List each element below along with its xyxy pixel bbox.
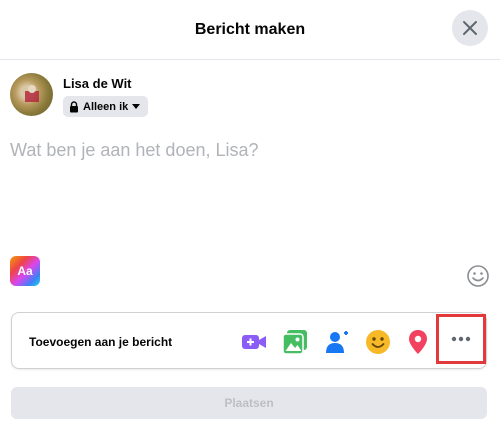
tag-people-button[interactable] bbox=[325, 329, 351, 355]
post-text-input[interactable] bbox=[10, 140, 480, 161]
avatar-photo bbox=[25, 85, 39, 102]
tag-people-icon bbox=[326, 331, 348, 353]
more-options-button[interactable] bbox=[436, 314, 486, 364]
more-icon bbox=[451, 336, 471, 342]
location-icon bbox=[409, 330, 427, 354]
add-to-post-label: Toevoegen aan je bericht bbox=[29, 335, 173, 349]
lock-icon bbox=[70, 100, 78, 112]
feeling-icon bbox=[366, 330, 390, 354]
close-button[interactable] bbox=[452, 10, 488, 46]
close-icon bbox=[463, 21, 477, 35]
feeling-activity-button[interactable] bbox=[365, 329, 391, 355]
audience-label: Alleen ik bbox=[83, 100, 129, 113]
dialog-header: Bericht maken bbox=[0, 0, 500, 60]
avatar bbox=[10, 73, 53, 116]
caret-down-icon bbox=[132, 103, 141, 109]
smiley-icon bbox=[467, 265, 489, 287]
audience-selector[interactable]: Alleen ik bbox=[63, 96, 149, 117]
background-style-button[interactable]: Aa bbox=[10, 256, 40, 286]
post-button[interactable]: Plaatsen bbox=[11, 387, 487, 419]
live-video-button[interactable] bbox=[241, 329, 267, 355]
user-name: Lisa de Wit bbox=[63, 76, 132, 91]
dialog-title: Bericht maken bbox=[194, 20, 306, 38]
add-to-post-bar: Toevoegen aan je bericht bbox=[11, 312, 487, 369]
photo-icon bbox=[282, 330, 307, 355]
emoji-button[interactable] bbox=[466, 264, 490, 288]
background-style-label: Aa bbox=[17, 264, 33, 278]
video-icon bbox=[242, 335, 266, 349]
check-in-button[interactable] bbox=[405, 329, 431, 355]
photo-video-button[interactable] bbox=[282, 329, 308, 355]
